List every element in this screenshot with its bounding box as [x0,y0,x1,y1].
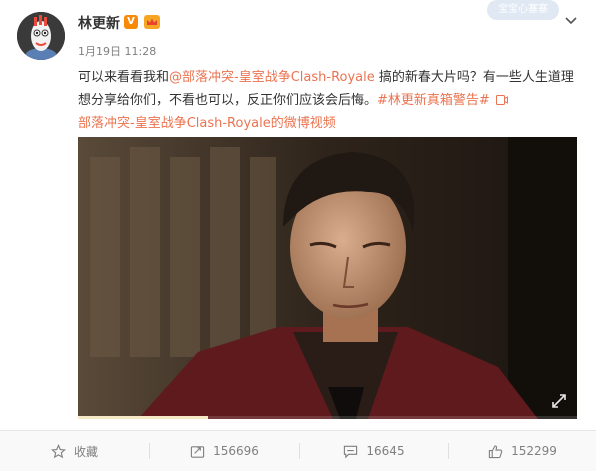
video-progress-bar[interactable] [78,416,577,419]
hashtag-link[interactable]: #林更新真箱警告# [377,93,490,108]
star-icon [50,443,66,458]
avatar[interactable] [17,12,65,60]
like-icon [488,444,503,458]
comment-button[interactable]: 16645 [300,431,448,471]
like-button[interactable]: 152299 [449,431,596,471]
video-player[interactable] [78,137,577,419]
post-timestamp[interactable]: 1月19日 11:28 [78,43,156,59]
video-progress-fill [78,416,208,419]
repost-button[interactable]: 156696 [150,431,299,471]
video-frame [78,137,577,419]
favorite-button[interactable]: 收藏 [0,431,149,471]
post-text-part: 可以来看看我和 [78,70,170,85]
fullscreen-icon[interactable] [551,393,567,409]
mention-link[interactable]: @部落冲突-皇室战争Clash-Royale [169,70,375,85]
video-icon [495,95,508,105]
video-source-link[interactable]: 部落冲突-皇室战争Clash-Royale的微博视频 [78,116,336,131]
comment-icon [344,445,358,458]
action-bar: 收藏 156696 16645 152299 [0,430,596,471]
repost-icon [190,445,205,458]
repost-count: 156696 [213,444,259,458]
weibo-post-card: 林更新 V 宝宝心塞塞 1月19日 11:28 可以来看看我和@部落冲突-皇室战… [0,0,596,471]
favorite-label: 收藏 [73,444,98,459]
verified-badge: V [124,15,138,29]
author-name[interactable]: 林更新 [78,13,120,33]
user-stamp: 宝宝心塞塞 [487,0,559,20]
chevron-down-icon[interactable] [564,13,578,27]
crown-icon [144,15,160,29]
comment-count: 16645 [366,444,405,458]
post-text: 可以来看看我和@部落冲突-皇室战争Clash-Royale 搞的新春大片吗？有一… [78,66,578,135]
like-count: 152299 [511,444,557,458]
